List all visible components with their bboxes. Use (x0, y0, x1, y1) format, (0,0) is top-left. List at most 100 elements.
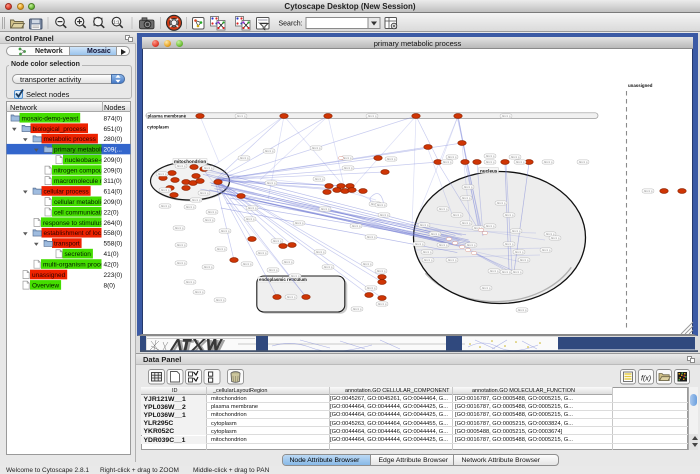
svg-text:Abc1 p: Abc1 p (186, 205, 195, 209)
svg-text:unassigned: unassigned (628, 83, 653, 88)
svg-text:Abc1 p: Abc1 p (520, 258, 529, 262)
svg-text:Abc1 p: Abc1 p (240, 156, 249, 160)
svg-text:Abc1 p: Abc1 p (505, 213, 514, 217)
svg-text:Abc1 p: Abc1 p (516, 160, 525, 164)
svg-text:Abc1 p: Abc1 p (295, 221, 304, 225)
svg-text:Abc1 p: Abc1 p (644, 189, 653, 193)
svg-text:Abc1 p: Abc1 p (205, 218, 214, 222)
svg-text:651(0): 651(0) (104, 126, 123, 133)
svg-text:Abc1 p: Abc1 p (486, 154, 495, 158)
svg-text:41(0): 41(0) (104, 251, 119, 258)
svg-text:Abc1 p: Abc1 p (248, 206, 257, 210)
svg-text:Abc1 p: Abc1 p (175, 226, 184, 230)
svg-text:209(0): 209(0) (104, 157, 123, 164)
svg-text:Abc1 p: Abc1 p (377, 269, 386, 273)
svg-text:Abc1 p: Abc1 p (380, 213, 389, 217)
svg-text:42(0): 42(0) (104, 262, 119, 269)
svg-text:Abc1 p: Abc1 p (243, 262, 252, 266)
svg-text:Abc1 p: Abc1 p (424, 258, 433, 262)
svg-text:secretion: secretion (65, 251, 92, 258)
svg-text:Search:: Search: (279, 20, 303, 27)
svg-text:Abc1 p: Abc1 p (467, 243, 476, 247)
svg-text:Abc1 p: Abc1 p (448, 155, 457, 159)
svg-text:Abc1 p: Abc1 p (208, 210, 217, 214)
svg-text:Abc1 p: Abc1 p (511, 155, 520, 159)
svg-text:8(0): 8(0) (104, 283, 116, 290)
svg-text:Abc1 p: Abc1 p (542, 248, 551, 252)
svg-text:Abc1 p: Abc1 p (462, 196, 471, 200)
svg-text:558(0): 558(0) (104, 241, 123, 248)
svg-text:Abc1 p: Abc1 p (377, 203, 386, 207)
svg-text:Abc1 p: Abc1 p (513, 270, 522, 274)
svg-text:Abc1 p: Abc1 p (273, 239, 282, 243)
svg-text:Abc1 p: Abc1 p (502, 114, 511, 118)
svg-text:209(0): 209(0) (104, 168, 123, 175)
svg-text:Abc1 p: Abc1 p (204, 265, 213, 269)
svg-text:280(0): 280(0) (104, 136, 123, 143)
svg-text:Abc1 p: Abc1 p (291, 274, 300, 278)
svg-text:Abc1 p: Abc1 p (505, 242, 514, 246)
svg-text:Abc1 p: Abc1 p (420, 223, 429, 227)
svg-text:223(0): 223(0) (104, 272, 123, 279)
svg-text:Abc1 p: Abc1 p (551, 236, 560, 240)
svg-text:Abc1 p: Abc1 p (367, 235, 376, 239)
svg-text:Abc1 p: Abc1 p (464, 185, 473, 189)
svg-text:Abc1 p: Abc1 p (186, 280, 195, 284)
svg-text:Abc1 p: Abc1 p (490, 269, 499, 273)
svg-text:Abc1 p: Abc1 p (353, 307, 362, 311)
svg-text:Abc1 p: Abc1 p (177, 261, 186, 265)
svg-text:Abc1 p: Abc1 p (343, 156, 352, 160)
svg-text:Abc1 p: Abc1 p (352, 224, 361, 228)
svg-text:Abc1 p: Abc1 p (287, 295, 296, 299)
svg-text:cytoplasm: cytoplasm (147, 125, 169, 130)
svg-text:Abc1 p: Abc1 p (204, 166, 213, 170)
svg-text:transport: transport (54, 241, 80, 248)
svg-text:874(0): 874(0) (104, 115, 123, 122)
svg-text:Abc1 p: Abc1 p (378, 302, 387, 306)
svg-text:Abc1 p: Abc1 p (486, 160, 495, 164)
svg-text:1:1: 1:1 (113, 20, 120, 25)
svg-text:Abc1 p: Abc1 p (177, 243, 186, 247)
svg-text:cellular process: cellular process (44, 188, 90, 195)
svg-text:Abc1 p: Abc1 p (177, 164, 186, 168)
svg-text:Abc1 p: Abc1 p (269, 268, 278, 272)
svg-text:264(0): 264(0) (104, 220, 123, 227)
svg-text:Abc1 p: Abc1 p (221, 229, 230, 233)
svg-text:Abc1 p: Abc1 p (439, 243, 448, 247)
svg-text:Abc1 p: Abc1 p (321, 207, 330, 211)
svg-text:Abc1 p: Abc1 p (544, 160, 553, 164)
svg-text:311(0): 311(0) (104, 178, 122, 185)
svg-text:response to stimulus an: response to stimulus an (43, 220, 112, 227)
svg-text:Abc1 p: Abc1 p (368, 114, 377, 118)
svg-text:209(...: 209(... (104, 147, 123, 154)
svg-text:Abc1 p: Abc1 p (431, 232, 440, 236)
svg-text:mosaic-demo-yeast: mosaic-demo-yeast (22, 115, 79, 122)
svg-text:establishment of locali: establishment of locali (44, 230, 108, 237)
svg-text:Abc1 p: Abc1 p (192, 198, 201, 202)
svg-text:Abc1 p: Abc1 p (161, 204, 170, 208)
svg-text:Abc1 p: Abc1 p (158, 172, 167, 176)
svg-text:209(0): 209(0) (104, 199, 123, 206)
svg-text:Abc1 p: Abc1 p (502, 270, 511, 274)
svg-text:Abc1 p: Abc1 p (315, 177, 324, 181)
svg-text:Abc1 p: Abc1 p (265, 149, 274, 153)
svg-text:Abc1 p: Abc1 p (512, 229, 521, 233)
svg-text:unassigned: unassigned (32, 272, 66, 279)
svg-text:Abc1 p: Abc1 p (312, 146, 321, 150)
svg-text:Abc1 p: Abc1 p (246, 217, 255, 221)
svg-text:Abc1 p: Abc1 p (324, 265, 333, 269)
svg-text:Abc1 p: Abc1 p (579, 160, 588, 164)
svg-text:Abc1 p: Abc1 p (443, 160, 452, 164)
svg-text:multi-organism process: multi-organism process (43, 262, 111, 269)
svg-text:Abc1 p: Abc1 p (344, 166, 353, 170)
svg-text:Abc1 p: Abc1 p (195, 290, 204, 294)
svg-text:Abc1 p: Abc1 p (237, 114, 246, 118)
svg-text:Abc1 p: Abc1 p (161, 188, 170, 192)
svg-text:biological_process: biological_process (33, 126, 87, 133)
svg-text:22(0): 22(0) (104, 209, 119, 216)
svg-text:Abc1 p: Abc1 p (518, 308, 527, 312)
svg-text:Abc1 p: Abc1 p (387, 157, 396, 161)
svg-text:Abc1 p: Abc1 p (462, 221, 471, 225)
svg-text:Abc1 p: Abc1 p (448, 258, 457, 262)
svg-text:nucleus: nucleus (480, 168, 498, 173)
